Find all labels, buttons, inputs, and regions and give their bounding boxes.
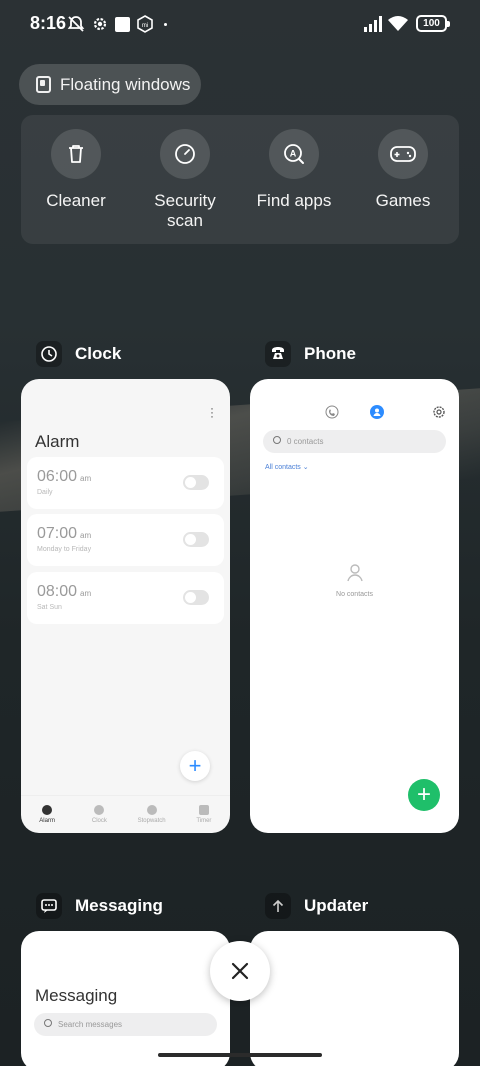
security-scan-label: Security scan bbox=[154, 191, 216, 230]
phone-app-card[interactable]: 0 contacts All contacts ⌄ No contacts + bbox=[250, 379, 459, 833]
cleaner-label: Cleaner bbox=[46, 191, 106, 210]
games-button[interactable]: Games bbox=[348, 129, 458, 211]
close-all-button[interactable] bbox=[210, 941, 270, 1001]
settings-icon bbox=[432, 405, 446, 424]
gear-icon bbox=[91, 14, 109, 34]
floating-window-icon bbox=[36, 76, 51, 93]
wifi-icon bbox=[387, 14, 409, 34]
more-options-icon: · · · bbox=[210, 401, 214, 423]
contacts-filter: All contacts ⌄ bbox=[265, 464, 309, 471]
clock-app-card[interactable]: · · · Alarm 06:00 am Daily 07:00 am Monday t… bbox=[21, 379, 230, 833]
trash-icon bbox=[51, 129, 101, 179]
games-label: Games bbox=[375, 191, 431, 210]
clock-app-name: Clock bbox=[75, 344, 122, 363]
security-scan-icon bbox=[160, 129, 210, 179]
no-contacts-text: No contacts bbox=[336, 591, 373, 598]
gamepad-icon bbox=[378, 129, 428, 179]
find-apps-label: Find apps bbox=[256, 191, 332, 210]
clock-app-header[interactable]: Clock bbox=[36, 340, 121, 368]
alarm-item: 06:00 am Daily bbox=[27, 457, 224, 509]
find-apps-button[interactable]: A Find apps bbox=[239, 129, 349, 211]
clock-icon bbox=[36, 341, 62, 367]
svg-text:mi: mi bbox=[142, 23, 148, 29]
alarm-item: 07:00 am Monday to Friday bbox=[27, 514, 224, 566]
nav-stopwatch: Stopwatch bbox=[126, 796, 178, 833]
updater-app-name: Updater bbox=[304, 896, 369, 915]
alarm-ampm: am bbox=[80, 589, 92, 598]
search-icon bbox=[273, 436, 281, 444]
home-indicator[interactable] bbox=[158, 1053, 322, 1057]
security-scan-button[interactable]: Security scan bbox=[130, 129, 240, 231]
add-contact-icon: + bbox=[408, 779, 440, 811]
updater-app-header[interactable]: Updater bbox=[265, 892, 368, 920]
alarm-ampm: am bbox=[80, 531, 92, 540]
messages-search: Search messages bbox=[34, 1013, 217, 1036]
alarm-repeat: Sat Sun bbox=[37, 604, 62, 611]
messaging-icon bbox=[36, 893, 62, 919]
alarm-time: 07:00 bbox=[37, 525, 78, 542]
status-time: 8:16 bbox=[30, 13, 67, 33]
nav-timer: Timer bbox=[178, 796, 230, 833]
mi-icon: mi bbox=[136, 14, 154, 34]
close-icon bbox=[231, 962, 249, 980]
dot-icon bbox=[164, 14, 167, 34]
alarm-toggle bbox=[183, 475, 209, 490]
clock-bottom-nav: Alarm Clock Stopwatch Timer bbox=[21, 795, 230, 833]
alarm-title: Alarm bbox=[35, 432, 80, 451]
alarm-time: 08:00 bbox=[37, 583, 78, 600]
nav-alarm: Alarm bbox=[21, 796, 73, 833]
messaging-app-card[interactable]: Messaging Search messages bbox=[21, 931, 230, 1066]
floating-windows-button[interactable]: Floating windows bbox=[19, 64, 201, 105]
alarm-time: 06:00 bbox=[37, 468, 78, 485]
alarm-clock-icon bbox=[42, 805, 53, 815]
alarm-repeat: Daily bbox=[37, 489, 53, 496]
phone-app-name: Phone bbox=[304, 344, 356, 363]
updater-app-card[interactable] bbox=[250, 931, 459, 1066]
status-bar: 8:16 mi 100 bbox=[0, 0, 480, 48]
floating-windows-label: Floating windows bbox=[60, 74, 191, 94]
filter-chevron-icon: ⌄ bbox=[302, 464, 309, 471]
stopwatch-icon bbox=[146, 805, 157, 815]
find-apps-icon: A bbox=[269, 129, 319, 179]
phone-app-icon bbox=[265, 341, 291, 367]
battery-indicator: 100 bbox=[416, 15, 450, 32]
alarm-toggle bbox=[183, 532, 209, 547]
hourglass-icon bbox=[198, 805, 209, 815]
clock-icon bbox=[94, 805, 105, 815]
signal-icon bbox=[363, 14, 383, 34]
messaging-app-name: Messaging bbox=[75, 896, 163, 915]
search-icon bbox=[44, 1019, 52, 1027]
messaging-app-header[interactable]: Messaging bbox=[36, 892, 163, 920]
phone-app-header[interactable]: Phone bbox=[265, 340, 356, 368]
alarm-repeat: Monday to Friday bbox=[37, 546, 92, 553]
contacts-search-placeholder: 0 contacts bbox=[287, 437, 324, 446]
messages-search-placeholder: Search messages bbox=[58, 1020, 123, 1029]
mute-icon bbox=[66, 14, 86, 34]
alarm-item: 08:00 am Sat Sun bbox=[27, 572, 224, 624]
quick-actions-panel: Cleaner Security scan A Find apps Games bbox=[21, 115, 459, 244]
add-alarm-icon: + bbox=[180, 751, 210, 781]
updater-icon bbox=[265, 893, 291, 919]
call-log-icon bbox=[325, 405, 339, 424]
notification-square-icon bbox=[115, 14, 130, 34]
alarm-ampm: am bbox=[80, 474, 92, 483]
svg-text:A: A bbox=[290, 149, 297, 159]
contacts-tab-icon bbox=[370, 405, 384, 424]
contacts-search: 0 contacts bbox=[263, 430, 446, 453]
alarm-toggle bbox=[183, 590, 209, 605]
messaging-title: Messaging bbox=[35, 986, 118, 1005]
person-icon bbox=[346, 564, 363, 582]
cleaner-button[interactable]: Cleaner bbox=[21, 129, 131, 211]
nav-clock: Clock bbox=[73, 796, 125, 833]
empty-state: No contacts bbox=[250, 562, 459, 598]
